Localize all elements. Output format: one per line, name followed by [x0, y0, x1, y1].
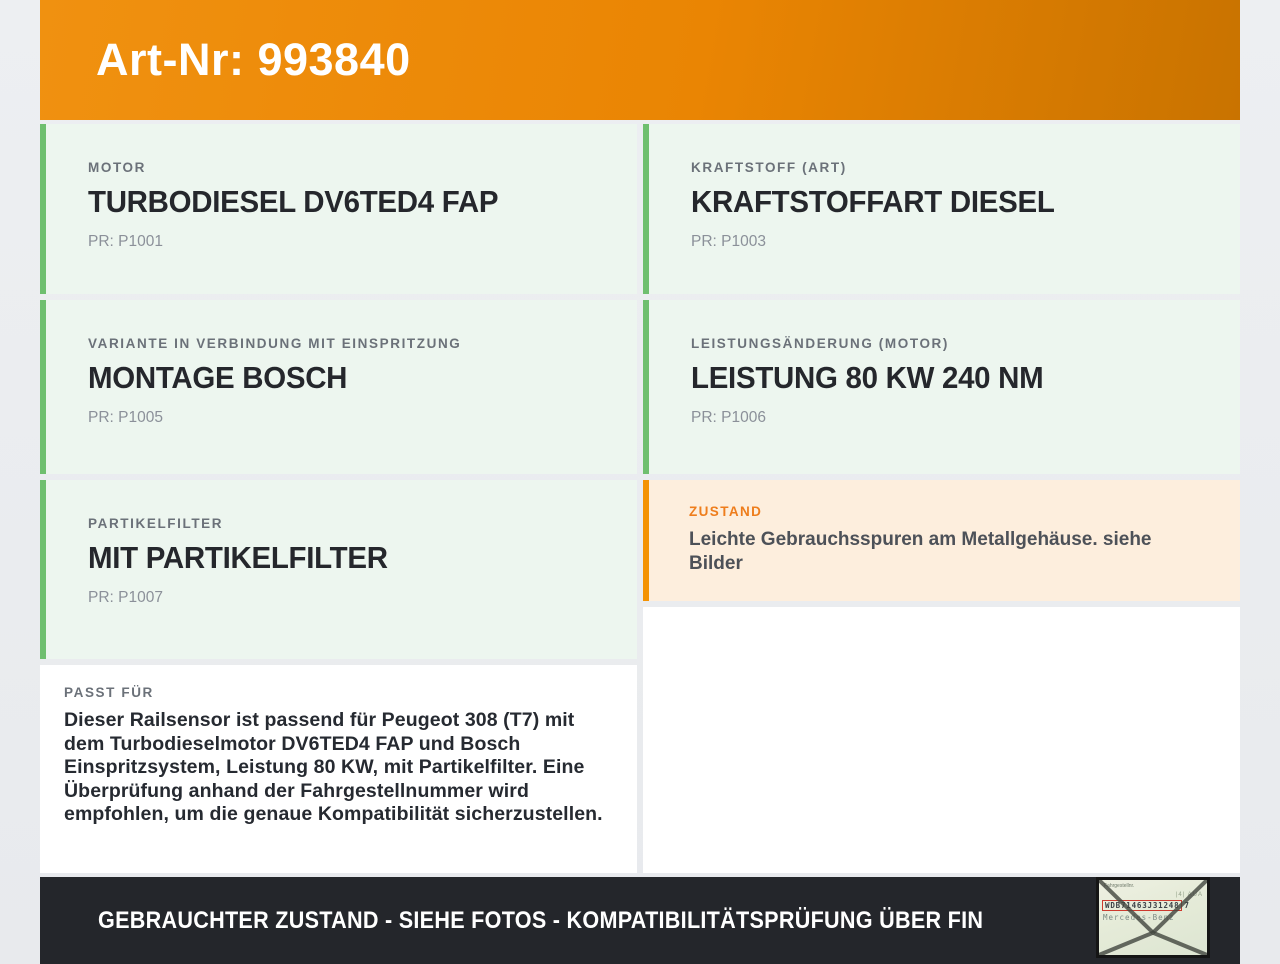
spec-card-leistung: LEISTUNGSÄNDERUNG (MOTOR) LEISTUNG 80 KW… [643, 300, 1240, 474]
spec-pr-code: PR: P1003 [691, 233, 766, 250]
spec-label: LEISTUNGSÄNDERUNG (MOTOR) [691, 336, 949, 351]
spec-label: VARIANTE IN VERBINDUNG MIT EINSPRITZUNG [88, 336, 462, 351]
passt-fuer-card: PASST FÜR Dieser Railsensor ist passend … [40, 665, 637, 873]
zustand-card: ZUSTAND Leichte Gebrauchsspuren am Metal… [643, 480, 1240, 601]
footer-bar: GEBRAUCHTER ZUSTAND - SIEHE FOTOS - KOMP… [40, 877, 1240, 964]
spec-value: MONTAGE BOSCH [88, 360, 348, 395]
spec-value: TURBODIESEL DV6TED4 FAP [88, 184, 499, 219]
spec-pr-code: PR: P1001 [88, 233, 163, 250]
right-column: KRAFTSTOFF (ART) KRAFTSTOFFART DIESEL PR… [643, 124, 1240, 873]
spec-card-kraftstoff: KRAFTSTOFF (ART) KRAFTSTOFFART DIESEL PR… [643, 124, 1240, 294]
spec-label: MOTOR [88, 160, 146, 175]
zustand-text: Leichte Gebrauchsspuren am Metallgehäuse… [689, 529, 1152, 574]
passt-fuer-label: PASST FÜR [64, 685, 154, 700]
zustand-label: ZUSTAND [689, 504, 763, 519]
crossed-registration-document: Fahrgestellnr. |4| AUA WDB71463J31248 7 … [1096, 877, 1210, 958]
product-info-page: Art-Nr: 993840 MOTOR TURBODIESEL DV6TED4… [0, 0, 1280, 964]
left-column: MOTOR TURBODIESEL DV6TED4 FAP PR: P1001 … [40, 124, 637, 873]
header-banner: Art-Nr: 993840 [40, 0, 1240, 120]
spec-pr-code: PR: P1005 [88, 409, 163, 426]
spec-card-motor: MOTOR TURBODIESEL DV6TED4 FAP PR: P1001 [40, 124, 637, 294]
spec-value: LEISTUNG 80 KW 240 NM [691, 360, 1044, 395]
spec-pr-code: PR: P1007 [88, 589, 163, 606]
spec-pr-code: PR: P1006 [691, 409, 766, 426]
spec-label: KRAFTSTOFF (ART) [691, 160, 847, 175]
spec-grid: MOTOR TURBODIESEL DV6TED4 FAP PR: P1001 … [40, 124, 1240, 873]
spec-label: PARTIKELFILTER [88, 516, 224, 531]
spec-value: KRAFTSTOFFART DIESEL [691, 184, 1055, 219]
spec-value: MIT PARTIKELFILTER [88, 540, 388, 575]
footer-note: GEBRAUCHTER ZUSTAND - SIEHE FOTOS - KOMP… [98, 906, 984, 934]
passt-fuer-text: Dieser Railsensor ist passend für Peugeo… [64, 709, 603, 825]
empty-white-panel [643, 607, 1240, 873]
article-number-title: Art-Nr: 993840 [96, 34, 411, 85]
crossed-out-x-icon [1099, 880, 1207, 955]
spec-card-partikelfilter: PARTIKELFILTER MIT PARTIKELFILTER PR: P1… [40, 480, 637, 659]
spec-card-variante: VARIANTE IN VERBINDUNG MIT EINSPRITZUNG … [40, 300, 637, 474]
